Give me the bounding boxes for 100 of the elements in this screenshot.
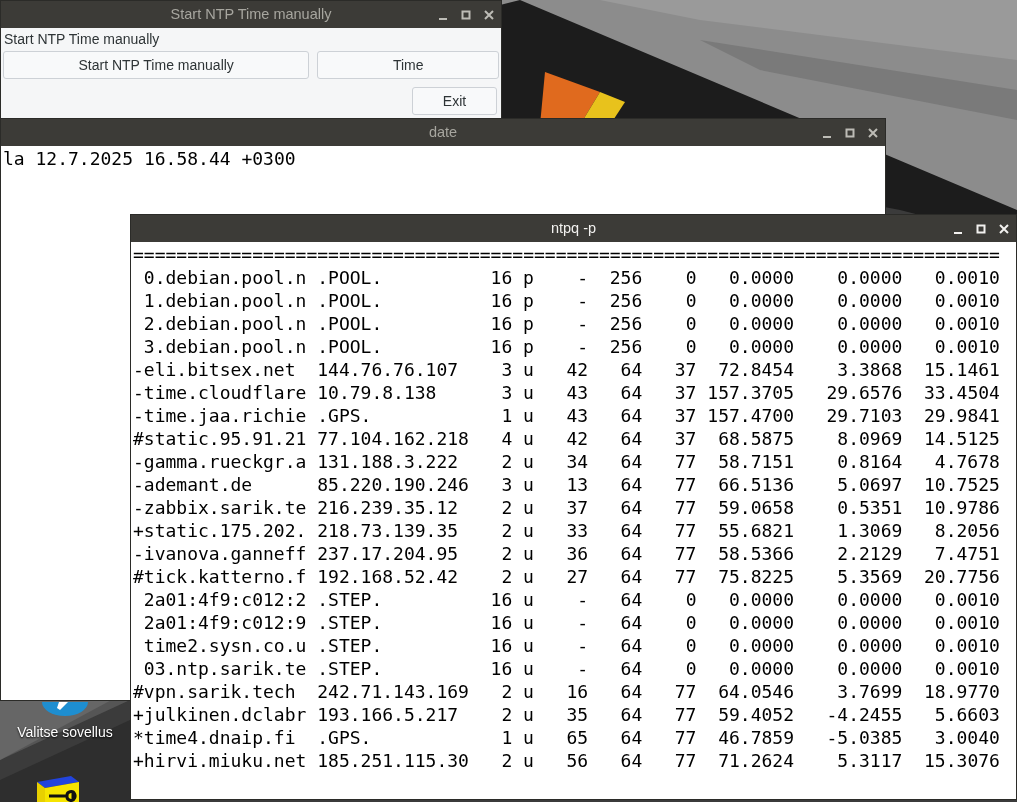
table-cell-text: 42 bbox=[565, 427, 589, 450]
tally-mark: # bbox=[133, 427, 144, 450]
table-cell-text: 256 bbox=[608, 266, 643, 289]
table-cell-text: .STEP. bbox=[317, 611, 384, 634]
close-icon[interactable] bbox=[483, 8, 495, 21]
table-cell-text: 58.5366 bbox=[717, 542, 794, 565]
table-cell-text: 8.2056 bbox=[933, 519, 1000, 542]
table-cell-text: 0.0000 bbox=[836, 312, 903, 335]
start-button[interactable]: Start NTP Time manually bbox=[3, 51, 310, 79]
table-cell: 16 bbox=[490, 335, 513, 358]
table-cell-text: 18.9770 bbox=[923, 680, 1000, 703]
table-cell-text: 77 bbox=[673, 703, 697, 726]
table-cell-text: 0.0000 bbox=[836, 588, 903, 611]
table-cell: 16 bbox=[490, 289, 513, 312]
table-cell-text: u bbox=[522, 404, 534, 427]
table-cell-text: .GPS. bbox=[317, 404, 373, 427]
table-cell-text: u bbox=[522, 450, 534, 473]
table-cell-text: 64.0546 bbox=[717, 680, 794, 703]
table-cell-text: .STEP. bbox=[317, 588, 384, 611]
table-cell-text: 77 bbox=[673, 542, 697, 565]
table-cell-text: static.175.202. bbox=[143, 519, 308, 542]
dialog-label: Start NTP Time manually bbox=[3, 31, 161, 48]
table-cell-text: 0 bbox=[684, 634, 697, 657]
tally-mark: + bbox=[133, 703, 144, 726]
exit-button[interactable]: Exit bbox=[412, 87, 497, 115]
table-cell-text: .POOL. bbox=[317, 335, 384, 358]
tally-mark: + bbox=[133, 519, 144, 542]
table-cell-text: 0.0000 bbox=[727, 634, 794, 657]
table-cell-text: 27 bbox=[565, 565, 589, 588]
table-cell-text: 144.76.76.107 bbox=[317, 358, 460, 381]
table-cell-text: 242.71.143.169 bbox=[317, 680, 470, 703]
table-cell-text: 77 bbox=[673, 749, 697, 772]
window-title: ntpq -p bbox=[550, 218, 597, 238]
table-cell-text: 2 bbox=[500, 749, 513, 772]
table-cell-text: 256 bbox=[608, 312, 643, 335]
table-cell-text: 59.4052 bbox=[717, 703, 794, 726]
table-cell-text: 5.3569 bbox=[836, 565, 903, 588]
table-cell-text: 5.0697 bbox=[836, 473, 903, 496]
table-cell-text: 64 bbox=[619, 542, 643, 565]
table-cell-text: 3 bbox=[500, 381, 513, 404]
table-cell-text: p bbox=[522, 266, 534, 289]
table-cell-text: 42 bbox=[565, 358, 589, 381]
table-cell-text: 4 bbox=[500, 427, 513, 450]
table-cell-text: 72.8454 bbox=[717, 358, 794, 381]
table-cell-text: 10.79.8.138 bbox=[317, 381, 438, 404]
table-cell-text: 65 bbox=[565, 726, 589, 749]
table-cell-text: 33.4504 bbox=[923, 381, 1000, 404]
table-cell-text: 192.168.52.42 bbox=[317, 565, 460, 588]
table-cell-text: 10.9786 bbox=[923, 496, 1000, 519]
table-cell-text: 68.5875 bbox=[717, 427, 794, 450]
table-cell-text: 2 bbox=[500, 542, 513, 565]
table-cell-text: 64 bbox=[619, 657, 643, 680]
table-cell-text: 64 bbox=[619, 404, 643, 427]
table-cell-text: u bbox=[522, 657, 534, 680]
icon-label[interactable]: Valitse sovellus bbox=[17, 722, 113, 743]
table-cell-text: p bbox=[522, 312, 534, 335]
table-cell-text: 2.debian.pool.n bbox=[143, 312, 308, 335]
table-cell-text: 77 bbox=[673, 680, 697, 703]
table-cell-text: 55.6821 bbox=[717, 519, 794, 542]
table-cell-text: 43 bbox=[565, 404, 589, 427]
table-cell-text: 0.0000 bbox=[836, 611, 903, 634]
table-cell-text: 75.8225 bbox=[717, 565, 794, 588]
table-cell-text: 77 bbox=[673, 496, 697, 519]
table-cell-text: - bbox=[576, 611, 589, 634]
table-cell-text: 3.7699 bbox=[836, 680, 903, 703]
maximize-icon[interactable] bbox=[460, 8, 472, 21]
table-cell-text: 185.251.115.30 bbox=[317, 749, 470, 772]
table-cell-text: 77 bbox=[673, 450, 697, 473]
table-cell-text: u bbox=[522, 496, 534, 519]
close-icon[interactable] bbox=[867, 126, 879, 139]
table-cell-text: u bbox=[522, 381, 534, 404]
table-cell-text: 4.7678 bbox=[933, 450, 1000, 473]
table-cell-text: 2 bbox=[500, 450, 513, 473]
tally-mark: - bbox=[133, 381, 144, 404]
table-cell-text: 59.0658 bbox=[717, 496, 794, 519]
table-cell-text: 8.0969 bbox=[836, 427, 903, 450]
maximize-icon[interactable] bbox=[844, 126, 856, 139]
table-cell-text: 64 bbox=[619, 611, 643, 634]
table-cell-text: 46.7859 bbox=[717, 726, 794, 749]
table-cell-text: 0.0000 bbox=[836, 657, 903, 680]
table-cell-text: 64 bbox=[619, 749, 643, 772]
table-cell-text: 0 bbox=[684, 657, 697, 680]
table-cell-text: 0.0010 bbox=[933, 588, 1000, 611]
tally-mark: - bbox=[133, 496, 144, 519]
table-cell-text: - bbox=[576, 657, 589, 680]
table-cell-text: 1 bbox=[500, 726, 513, 749]
maximize-icon[interactable] bbox=[975, 222, 987, 235]
table-cell-text: 0.0000 bbox=[727, 657, 794, 680]
table-cell-text: 0.0000 bbox=[727, 335, 794, 358]
table-cell-text: p bbox=[522, 289, 534, 312]
table-cell-text: 5.3117 bbox=[836, 749, 903, 772]
table-cell-text: 77 bbox=[673, 519, 697, 542]
table-cell-text: julkinen.dclabr bbox=[143, 703, 308, 726]
time-button[interactable]: Time bbox=[317, 51, 499, 79]
table-cell-text: .GPS. bbox=[317, 726, 373, 749]
launcher-icon[interactable] bbox=[42, 702, 88, 716]
table-cell: 16 bbox=[490, 266, 513, 289]
table-cell-text: tick.katterno.f bbox=[143, 565, 308, 588]
table-cell-text: .STEP. bbox=[317, 634, 384, 657]
table-cell-text: 0.5351 bbox=[836, 496, 903, 519]
